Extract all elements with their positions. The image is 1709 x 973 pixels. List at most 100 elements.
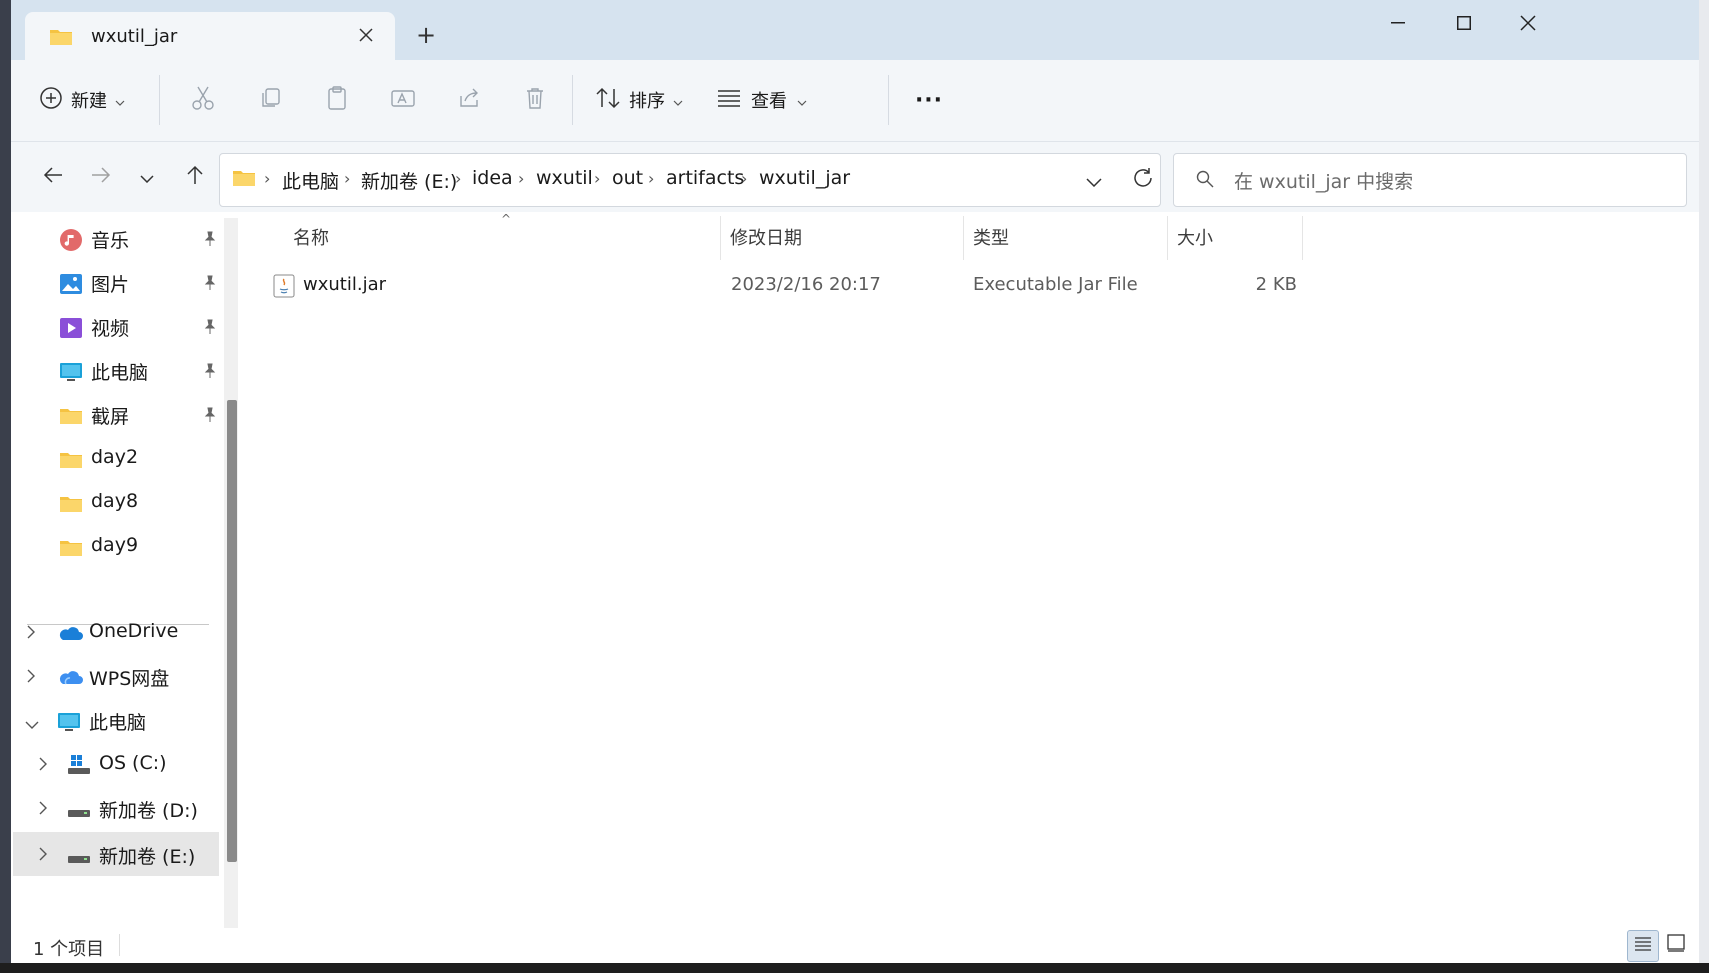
folder-icon — [232, 168, 256, 192]
details-view-button[interactable] — [1627, 930, 1659, 962]
pin-icon[interactable] — [203, 319, 217, 339]
nav-item-music[interactable]: 音乐 — [59, 226, 221, 256]
nav-tree-item-wps-cloud[interactable]: WPS网盘 — [27, 664, 217, 694]
cut-button[interactable] — [183, 80, 223, 120]
file-type: Executable Jar File — [973, 274, 1138, 295]
tiles-view-button[interactable] — [1661, 930, 1691, 960]
maximize-button[interactable] — [1439, 8, 1489, 38]
new-button[interactable]: 新建 — [39, 80, 125, 120]
chevron-right-icon: › — [594, 169, 601, 188]
minimize-button[interactable] — [1373, 8, 1423, 38]
more-icon: ··· — [914, 87, 944, 113]
chevron-right-icon[interactable] — [39, 800, 47, 819]
close-window-button[interactable] — [1503, 8, 1553, 38]
jar-file-icon — [273, 274, 295, 302]
column-separator[interactable] — [963, 216, 964, 260]
nav-label: 音乐 — [91, 230, 130, 252]
chevron-down-icon[interactable] — [25, 714, 39, 733]
nav-label: day2 — [91, 446, 139, 468]
breadcrumb-drive-e[interactable]: 新加卷 (E:) — [361, 167, 457, 194]
breadcrumb-out[interactable]: out — [612, 167, 643, 189]
new-tab-button[interactable]: + — [411, 20, 441, 50]
rename-button[interactable] — [383, 80, 423, 120]
chevron-right-icon[interactable] — [39, 756, 47, 775]
share-button[interactable] — [449, 80, 489, 120]
tab-title: wxutil_jar — [91, 26, 178, 47]
pin-icon[interactable] — [203, 275, 217, 295]
column-header-type[interactable]: 类型 — [973, 224, 1009, 250]
forward-button[interactable] — [81, 157, 121, 197]
chevron-right-icon[interactable] — [27, 624, 35, 643]
nav-label: 新加卷 (D:) — [99, 800, 198, 822]
navigation-pane: 音乐 图片 视频 此电脑 截屏 day2 day8 day9 OneDrive … — [11, 212, 221, 928]
chevron-right-icon: › — [455, 169, 462, 188]
nav-tree-item-drive-d[interactable]: 新加卷 (D:) — [39, 796, 219, 826]
column-separator[interactable] — [1167, 216, 1168, 260]
chevron-right-icon[interactable] — [39, 846, 47, 865]
nav-label: 新加卷 (E:) — [99, 846, 196, 868]
nav-item-day9[interactable]: day9 — [59, 534, 221, 564]
nav-label: day9 — [91, 534, 139, 556]
nav-item-day2[interactable]: day2 — [59, 446, 221, 476]
pin-icon[interactable] — [203, 407, 217, 427]
back-button[interactable] — [33, 157, 73, 197]
nav-item-pictures[interactable]: 图片 — [59, 270, 221, 300]
nav-tree-item-this-pc[interactable]: 此电脑 — [25, 708, 217, 738]
breadcrumb-this-pc[interactable]: 此电脑 — [282, 167, 339, 194]
sort-button[interactable]: 排序 — [595, 80, 683, 120]
column-header-name[interactable]: 名称 — [293, 224, 329, 250]
table-row[interactable]: wxutil.jar 2023/2/16 20:17 Executable Ja… — [267, 264, 1307, 308]
chevron-right-icon: › — [264, 169, 271, 188]
clipboard-icon — [325, 85, 349, 115]
column-header-size[interactable]: 大小 — [1177, 224, 1213, 250]
address-bar[interactable]: › 此电脑 › 新加卷 (E:) › idea › wxutil › out ›… — [219, 153, 1161, 207]
search-input[interactable]: 在 wxutil_jar 中搜索 — [1173, 153, 1687, 207]
close-tab-icon[interactable] — [353, 22, 379, 48]
chevron-right-icon[interactable] — [27, 668, 35, 687]
nav-label: 图片 — [91, 274, 130, 296]
background-window-edge-right — [1698, 0, 1709, 973]
up-button[interactable] — [175, 157, 215, 197]
breadcrumb-artifacts[interactable]: artifacts — [666, 167, 744, 189]
column-separator[interactable] — [1302, 216, 1303, 260]
details-view-icon — [1634, 936, 1652, 956]
recent-locations-button[interactable] — [127, 157, 167, 197]
sort-icon — [595, 86, 621, 114]
chevron-right-icon: › — [741, 169, 748, 188]
paste-button[interactable] — [317, 80, 357, 120]
breadcrumb-wxutil[interactable]: wxutil — [536, 167, 593, 189]
nav-tree-item-drive-c[interactable]: OS (C:) — [39, 752, 219, 782]
music-icon — [59, 228, 83, 256]
nav-label: 截屏 — [91, 406, 130, 428]
pin-icon[interactable] — [203, 231, 217, 251]
breadcrumb-wxutil-jar[interactable]: wxutil_jar — [759, 167, 850, 189]
nav-tree-item-onedrive[interactable]: OneDrive — [27, 620, 217, 650]
nav-item-screenshots[interactable]: 截屏 — [59, 402, 221, 432]
chevron-down-icon — [115, 91, 125, 110]
new-label: 新建 — [71, 91, 107, 112]
toolbar-divider — [888, 75, 889, 125]
delete-button[interactable] — [515, 80, 555, 120]
nav-item-videos[interactable]: 视频 — [59, 314, 221, 344]
nav-tree-item-drive-e[interactable]: 新加卷 (E:) — [13, 832, 219, 876]
view-button[interactable]: 查看 — [717, 80, 807, 120]
file-size: 2 KB — [1255, 274, 1297, 295]
more-options-button[interactable]: ··· — [909, 80, 949, 120]
pin-icon[interactable] — [203, 363, 217, 383]
nav-item-day8[interactable]: day8 — [59, 490, 221, 520]
file-modified: 2023/2/16 20:17 — [731, 274, 881, 295]
column-header-modified[interactable]: 修改日期 — [730, 224, 802, 250]
list-view-icon — [717, 89, 741, 111]
address-history-dropdown[interactable] — [1086, 172, 1102, 191]
breadcrumb-idea[interactable]: idea — [472, 167, 513, 189]
copy-button[interactable] — [251, 80, 291, 120]
folder-icon — [59, 494, 83, 518]
scissors-icon — [191, 85, 215, 115]
refresh-button[interactable] — [1132, 167, 1154, 193]
column-separator[interactable] — [720, 216, 721, 260]
file-name: wxutil.jar — [303, 274, 386, 295]
nav-scrollbar-thumb[interactable] — [227, 400, 237, 862]
plus-icon: + — [415, 21, 437, 49]
tab-wxutil-jar[interactable]: wxutil_jar — [25, 12, 395, 62]
nav-item-this-pc-pinned[interactable]: 此电脑 — [59, 358, 221, 388]
